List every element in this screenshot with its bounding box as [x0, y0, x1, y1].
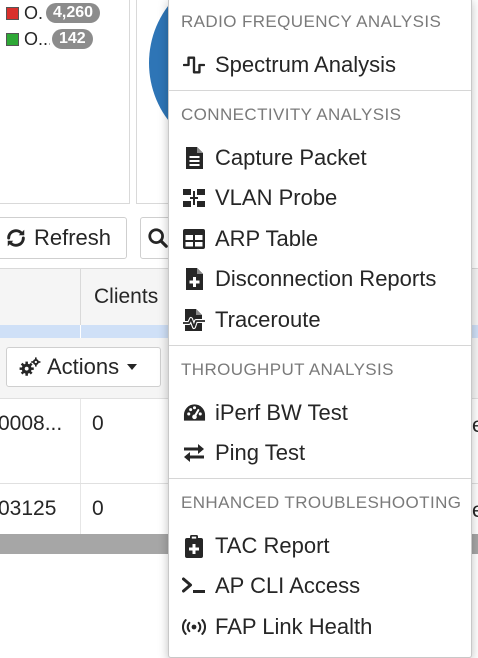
menu-item-label: Ping Test	[215, 440, 306, 465]
menu-item-tac-report[interactable]: TAC Report	[169, 527, 471, 565]
menu-divider	[169, 478, 471, 479]
table-cell: 03125	[0, 497, 57, 520]
menu-item-label: Capture Packet	[215, 145, 367, 170]
column-header-clients[interactable]: Clients	[94, 285, 158, 309]
exchange-arrows-icon	[182, 441, 206, 465]
refresh-icon	[7, 229, 25, 247]
column-divider	[80, 484, 81, 534]
menu-section-header: ENHANCED TROUBLESHOOTING	[181, 493, 462, 512]
menu-item-label: iPerf BW Test	[215, 400, 348, 425]
column-divider	[80, 325, 81, 338]
count-badge: 142	[52, 29, 93, 49]
actions-dropdown-button[interactable]: Actions	[6, 347, 161, 387]
legend-label: O.	[24, 2, 44, 23]
legend-panel: O. 4,260 O... 142	[0, 0, 130, 204]
menu-section-header: RADIO FREQUENCY ANALYSIS	[181, 12, 442, 31]
clients-cell: 0	[92, 412, 104, 435]
menu-item-capture-packet[interactable]: Capture Packet	[169, 139, 471, 177]
gauge-icon	[182, 401, 206, 425]
table-cell: 0008...	[0, 412, 63, 435]
column-divider	[80, 269, 81, 326]
count-badge: 4,260	[46, 3, 101, 23]
gears-icon	[19, 357, 41, 376]
clients-cell: 0	[92, 497, 104, 520]
table-cell: e	[472, 414, 478, 437]
legend-label: O...	[24, 28, 50, 49]
menu-item-vlan-probe[interactable]: VLAN Probe	[169, 179, 471, 217]
menu-item-disconnection-reports[interactable]: Disconnection Reports	[169, 260, 471, 298]
menu-item-traceroute[interactable]: Traceroute	[169, 301, 471, 339]
menu-item-ping-test[interactable]: Ping Test	[169, 434, 471, 472]
broadcast-icon	[182, 615, 206, 639]
legend-swatch-green	[6, 32, 19, 46]
chevron-down-icon	[127, 364, 138, 370]
menu-item-spectrum-analysis[interactable]: Spectrum Analysis	[169, 46, 471, 84]
refresh-button[interactable]: Refresh	[0, 217, 127, 259]
menu-item-label: FAP Link Health	[215, 614, 373, 639]
menu-divider	[169, 345, 471, 346]
clipboard-medical-icon	[182, 534, 206, 558]
menu-item-label: AP CLI Access	[215, 573, 361, 598]
menu-item-arp-table[interactable]: ARP Table	[169, 220, 471, 258]
menu-item-label: ARP Table	[215, 226, 319, 251]
legend-swatch-red	[6, 6, 19, 20]
menu-section-header: CONNECTIVITY ANALYSIS	[181, 105, 402, 124]
menu-item-label: Traceroute	[215, 307, 321, 332]
menu-item-label: VLAN Probe	[215, 185, 338, 210]
search-icon	[148, 228, 168, 248]
menu-item-label: Disconnection Reports	[215, 266, 437, 291]
column-divider	[80, 399, 81, 483]
file-text-icon	[182, 146, 206, 170]
menu-section-header: THROUGHPUT ANALYSIS	[181, 360, 394, 379]
menu-item-fap-link-health[interactable]: FAP Link Health	[169, 608, 471, 646]
table-cell: e	[472, 499, 478, 522]
menu-item-label: Spectrum Analysis	[215, 52, 396, 77]
file-waveform-icon	[182, 308, 206, 332]
menu-divider	[169, 90, 471, 91]
table-icon	[182, 227, 206, 251]
terminal-icon	[182, 574, 206, 598]
refresh-label: Refresh	[34, 225, 112, 250]
file-medical-icon	[182, 267, 206, 291]
menu-item-label: TAC Report	[215, 533, 330, 558]
actions-label: Actions	[47, 354, 120, 379]
menu-item-ap-cli-access[interactable]: AP CLI Access	[169, 567, 471, 605]
legend-item-1[interactable]: O. 4,260	[6, 1, 101, 25]
waveform-icon	[182, 53, 206, 77]
network-wired-icon	[182, 186, 206, 210]
legend-item-2[interactable]: O... 142	[6, 27, 93, 51]
troubleshooting-menu: RADIO FREQUENCY ANALYSIS Spectrum Analys…	[168, 0, 472, 658]
menu-item-iperf-bw-test[interactable]: iPerf BW Test	[169, 394, 471, 432]
